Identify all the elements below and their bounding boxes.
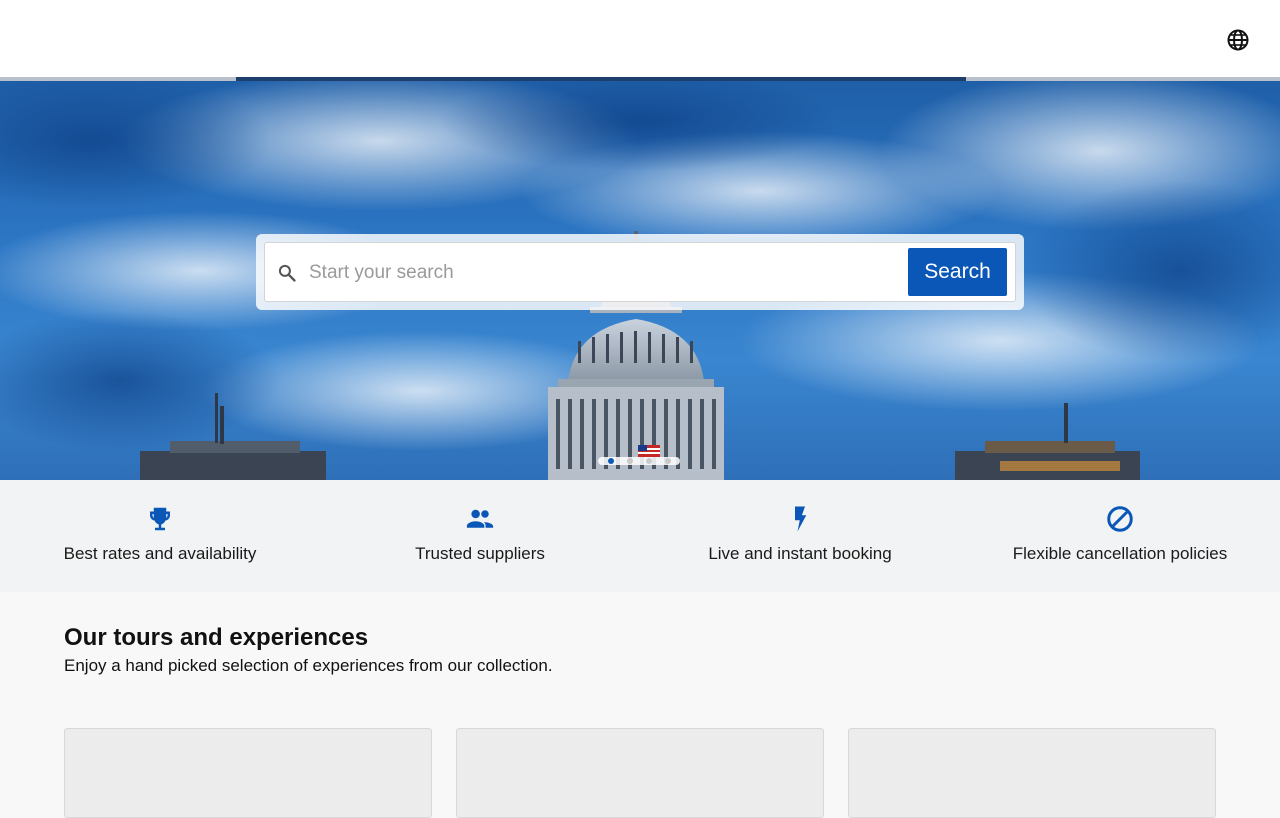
carousel-dot[interactable] [664,458,671,464]
experience-card-placeholder[interactable] [848,728,1216,818]
feature-label: Live and instant booking [708,544,892,563]
feature-label: Flexible cancellation policies [1012,544,1228,563]
no-entry-icon [1107,506,1133,532]
carousel-dot[interactable] [645,458,652,464]
group-icon [466,509,494,528]
feature-label: Best rates and availability [63,544,257,563]
experience-card-placeholder[interactable] [456,728,824,818]
carousel-dot[interactable] [607,458,614,464]
carousel-indicators [598,457,680,465]
feature-instant-booking: Live and instant booking [640,480,960,592]
search-input[interactable] [309,255,899,291]
search-button[interactable]: Search [908,248,1007,296]
feature-best-rates: Best rates and availability [0,480,320,592]
search-panel: Search [256,234,1024,310]
hero-banner: Search [0,81,1280,480]
trophy-icon [150,507,170,531]
globe-icon[interactable] [1226,28,1250,52]
lightning-bolt-icon [795,506,807,532]
feature-flexible-cancellation: Flexible cancellation policies [960,480,1280,592]
carousel-dot[interactable] [626,458,633,464]
experience-card-placeholder[interactable] [64,728,432,818]
site-header [0,0,1280,77]
search-icon [278,264,296,282]
section-title: Our tours and experiences [64,624,369,651]
search-box: Search [264,242,1016,302]
feature-strip: Best rates and availability Trusted supp… [0,480,1280,592]
feature-trusted-suppliers: Trusted suppliers [320,480,640,592]
section-subtitle: Enjoy a hand picked selection of experie… [64,656,553,675]
feature-label: Trusted suppliers [415,544,545,563]
